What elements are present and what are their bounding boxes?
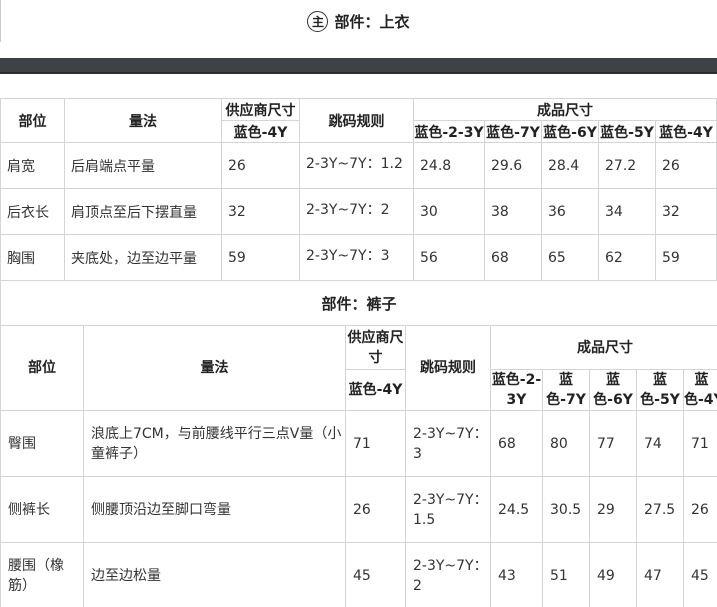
cell-method: 肩顶点至后下摆直量: [64, 188, 222, 235]
cell-part: 腰围（橡筋）: [0, 542, 84, 607]
size-header: 蓝色-4Y: [654, 120, 717, 143]
size-header: 蓝色-6Y: [541, 120, 599, 143]
section2-heading: 部件：裤子: [0, 281, 717, 325]
col-header-supplier-size: 蓝色-4Y: [345, 369, 406, 411]
col-header-supplier: 供应商尺寸: [345, 325, 406, 370]
cell-size: 38: [484, 188, 542, 235]
cell-size: 26: [682, 476, 717, 543]
cell-size: 24.8: [413, 142, 485, 189]
cell-size: 29: [589, 476, 637, 543]
cell-supplier: 26: [345, 476, 406, 543]
cell-supplier: 59: [221, 234, 300, 281]
col-header-method: 量法: [64, 98, 222, 143]
col-header-grading: 跳码规则: [405, 325, 491, 411]
col-header-part: 部位: [0, 325, 84, 411]
cell-size: 68: [484, 234, 542, 281]
cell-size: 56: [413, 234, 485, 281]
cell-supplier: 45: [345, 542, 406, 607]
size-header: 蓝色-7Y: [484, 120, 542, 143]
col-header-method: 量法: [83, 325, 346, 411]
table-row: 臀围 浪底上7CM，与前腰线平行三点V量（小童裤子） 71 2-3Y~7Y：3 …: [0, 410, 717, 477]
col-header-grading: 跳码规则: [299, 98, 414, 143]
cell-method: 边至边松量: [83, 542, 346, 607]
separator-bar: [0, 58, 717, 74]
col-header-finished: 成品尺寸: [489, 325, 717, 370]
size-header: 蓝色-2-3Y: [490, 369, 543, 411]
cell-grading: 2-3Y~7Y：3: [299, 234, 414, 281]
cell-size: 28.4: [541, 142, 599, 189]
cell-size: 77: [589, 410, 637, 477]
cell-grading: 2-3Y~7Y：1.5: [405, 476, 491, 543]
section2-title: 部件：裤子: [321, 294, 397, 313]
table-row: 腰围（橡筋） 边至边松量 45 2-3Y~7Y：2 43 51 49 47 45: [0, 542, 717, 607]
cell-size: 74: [636, 410, 684, 477]
cell-method: 后肩端点平量: [64, 142, 222, 189]
cell-method: 侧腰顶沿边至脚口弯量: [83, 476, 346, 543]
cell-method: 浪底上7CM，与前腰线平行三点V量（小童裤子）: [83, 410, 346, 477]
size-header: 蓝色-6Y: [589, 369, 637, 411]
cell-size: 51: [542, 542, 590, 607]
cell-size: 49: [589, 542, 637, 607]
cell-size: 36: [541, 188, 599, 235]
table-row: 胸围 夹底处，边至边平量 59 2-3Y~7Y：3 56 68 65 62 59: [0, 234, 717, 281]
main-badge-icon: 主: [307, 10, 329, 32]
cell-size: 68: [490, 410, 543, 477]
cell-size: 24.5: [490, 476, 543, 543]
cell-grading: 2-3Y~7Y：3: [405, 410, 491, 477]
section1-title: 部件：上衣: [334, 12, 410, 31]
cell-size: 59: [654, 234, 717, 281]
col-header-supplier: 供应商尺寸: [221, 98, 300, 121]
table-row: 后衣长 肩顶点至后下摆直量 32 2-3Y~7Y：2 30 38 36 34 3…: [0, 188, 717, 235]
cell-size: 30: [413, 188, 485, 235]
cell-size: 27.2: [598, 142, 656, 189]
table-row: 侧裤长 侧腰顶沿边至脚口弯量 26 2-3Y~7Y：1.5 24.5 30.5 …: [0, 476, 717, 543]
cell-method: 夹底处，边至边平量: [64, 234, 222, 281]
cell-supplier: 71: [345, 410, 406, 477]
top-size-table: 部位 量法 供应商尺寸 跳码规则 成品尺寸 蓝色-4Y 蓝色-2-3Y 蓝色-7…: [0, 98, 717, 281]
size-header: 蓝色-2-3Y: [413, 120, 485, 143]
cell-part: 侧裤长: [0, 476, 84, 543]
cell-supplier: 26: [221, 142, 300, 189]
cell-grading: 2-3Y~7Y：1.2: [299, 142, 414, 189]
cell-size: 65: [541, 234, 599, 281]
pants-size-table: 部位 量法 供应商尺寸 跳码规则 成品尺寸 蓝色-4Y 蓝色-2-3Y 蓝色-7…: [0, 325, 717, 607]
cell-size: 34: [598, 188, 656, 235]
cell-size: 43: [490, 542, 543, 607]
cell-size: 30.5: [542, 476, 590, 543]
cell-part: 胸围: [0, 234, 65, 281]
cell-size: 80: [542, 410, 590, 477]
cell-part: 臀围: [0, 410, 84, 477]
col-header-supplier-size: 蓝色-4Y: [221, 120, 300, 143]
cell-part: 肩宽: [0, 142, 65, 189]
size-header: 蓝色-7Y: [542, 369, 590, 411]
table-row: 肩宽 后肩端点平量 26 2-3Y~7Y：1.2 24.8 29.6 28.4 …: [0, 142, 717, 189]
cell-grading: 2-3Y~7Y：2: [405, 542, 491, 607]
cell-size: 47: [636, 542, 684, 607]
cell-size: 62: [598, 234, 656, 281]
cell-size: 29.6: [484, 142, 542, 189]
cell-supplier: 32: [221, 188, 300, 235]
cell-grading: 2-3Y~7Y：2: [299, 188, 414, 235]
cell-size: 71: [682, 410, 717, 477]
cell-size: 45: [682, 542, 717, 607]
cell-size: 26: [654, 142, 717, 189]
section1-heading: 主 部件：上衣: [0, 0, 717, 42]
cell-size: 27.5: [636, 476, 684, 543]
size-header: 蓝色-4Y: [682, 369, 717, 411]
size-header: 蓝色-5Y: [636, 369, 684, 411]
cell-part: 后衣长: [0, 188, 65, 235]
size-header: 蓝色-5Y: [598, 120, 656, 143]
col-header-part: 部位: [0, 98, 65, 143]
cell-size: 32: [654, 188, 717, 235]
col-header-finished: 成品尺寸: [412, 98, 717, 121]
